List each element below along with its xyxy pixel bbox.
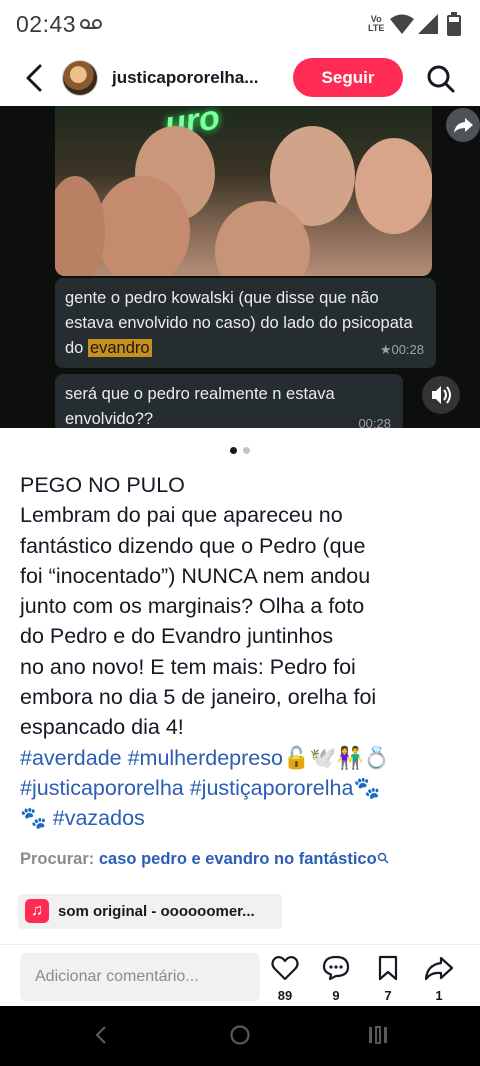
caption-line: do Pedro e do Evandro juntinhos bbox=[20, 624, 334, 649]
search-icon[interactable] bbox=[426, 64, 456, 94]
post-caption: PEGO NO PULO Lembram do pai que apareceu… bbox=[20, 470, 465, 834]
follow-button[interactable]: Seguir bbox=[293, 58, 403, 97]
nav-back-icon[interactable] bbox=[92, 1024, 110, 1046]
comment-input[interactable] bbox=[20, 953, 260, 1001]
message-timestamp: ★00:28 bbox=[379, 342, 424, 357]
hashtag-line[interactable]: 🐾 #vazados bbox=[20, 803, 465, 833]
chat-message: será que o pedro realmente n estava envo… bbox=[55, 374, 403, 428]
photo-face bbox=[95, 176, 190, 276]
volte-badge: Vo LTE bbox=[368, 14, 385, 33]
carousel-indicator bbox=[0, 441, 480, 454]
sound-toggle-button[interactable] bbox=[422, 376, 460, 414]
chat-highlight: evandro bbox=[87, 339, 152, 357]
carousel-dot[interactable] bbox=[243, 447, 250, 454]
photo-face bbox=[55, 176, 105, 276]
username[interactable]: justicapororelha... bbox=[112, 68, 258, 88]
like-button[interactable]: 89 bbox=[265, 955, 305, 1003]
back-arrow-icon[interactable] bbox=[20, 62, 50, 94]
caption-line: no ano novo! E tem mais: Pedro foi bbox=[20, 654, 356, 679]
share-icon bbox=[454, 118, 473, 133]
search-icon bbox=[377, 852, 389, 864]
music-chip[interactable]: ♫ som original - oooooomer... bbox=[18, 894, 282, 929]
photo-face bbox=[355, 138, 432, 234]
carousel-dot-active[interactable] bbox=[230, 447, 237, 454]
status-bar: 02:43 Vo LTE bbox=[0, 0, 480, 50]
share-button[interactable]: 1 bbox=[419, 955, 459, 1003]
share-arrow-icon bbox=[424, 956, 454, 981]
avatar[interactable] bbox=[62, 60, 98, 96]
caption-line: junto com os marginais? Olha a foto bbox=[20, 594, 365, 619]
caption-line: PEGO NO PULO bbox=[20, 473, 185, 497]
chat-message: gente o pedro kowalski (que disse que nã… bbox=[55, 278, 436, 368]
save-button[interactable]: 7 bbox=[368, 955, 408, 1003]
heart-icon bbox=[271, 956, 299, 981]
voicemail-icon bbox=[80, 19, 102, 29]
bottom-action-bar: 89 9 7 1 bbox=[0, 944, 480, 1006]
forward-button[interactable] bbox=[446, 108, 480, 142]
nav-home-icon[interactable] bbox=[229, 1024, 251, 1046]
music-note-icon: ♫ bbox=[25, 899, 49, 923]
related-search-label: Procurar: bbox=[20, 850, 95, 868]
group-photo: uro bbox=[55, 106, 432, 276]
battery-icon bbox=[447, 12, 461, 36]
nav-recents-icon[interactable] bbox=[367, 1024, 389, 1046]
caption-line: embora no dia 5 de janeiro, orelha foi bbox=[20, 685, 377, 710]
related-search-query[interactable]: caso pedro e evandro no fantástico bbox=[99, 850, 377, 868]
caption-line: fantástico dizendo que o Pedro (que bbox=[20, 533, 366, 558]
hashtag-line[interactable]: #justicapororelha #justiçapororelha🐾 bbox=[20, 773, 465, 803]
save-count: 7 bbox=[384, 988, 392, 1003]
caption-line: espancado dia 4! bbox=[20, 715, 184, 740]
post-media[interactable]: uro gente o pedro kowalski (que disse qu… bbox=[0, 106, 480, 428]
caption-line: Lembram do pai que apareceu no bbox=[20, 503, 343, 528]
signal-icon bbox=[418, 14, 438, 34]
comment-count: 9 bbox=[332, 988, 340, 1003]
speaker-icon bbox=[432, 386, 451, 404]
bookmark-icon bbox=[378, 955, 398, 981]
share-count: 1 bbox=[435, 988, 443, 1003]
system-nav-bar bbox=[0, 1006, 480, 1066]
wifi-icon bbox=[390, 14, 414, 34]
message-timestamp: 00:28 bbox=[358, 416, 391, 428]
chat-message-text: será que o pedro realmente n estava envo… bbox=[65, 385, 335, 428]
like-count: 89 bbox=[277, 988, 293, 1003]
caption-line: foi “inocentado”) NUNCA nem andou bbox=[20, 563, 371, 588]
comment-icon bbox=[322, 955, 350, 981]
status-time: 02:43 bbox=[16, 11, 77, 37]
hashtag-line[interactable]: #averdade #mulherdepreso🔓🕊️👫💍 bbox=[20, 743, 465, 773]
related-search[interactable]: Procurar: caso pedro e evandro no fantás… bbox=[20, 850, 389, 869]
comment-button[interactable]: 9 bbox=[316, 955, 356, 1003]
music-title: som original - oooooomer... bbox=[58, 903, 255, 920]
profile-header: justicapororelha... Seguir bbox=[0, 50, 480, 106]
